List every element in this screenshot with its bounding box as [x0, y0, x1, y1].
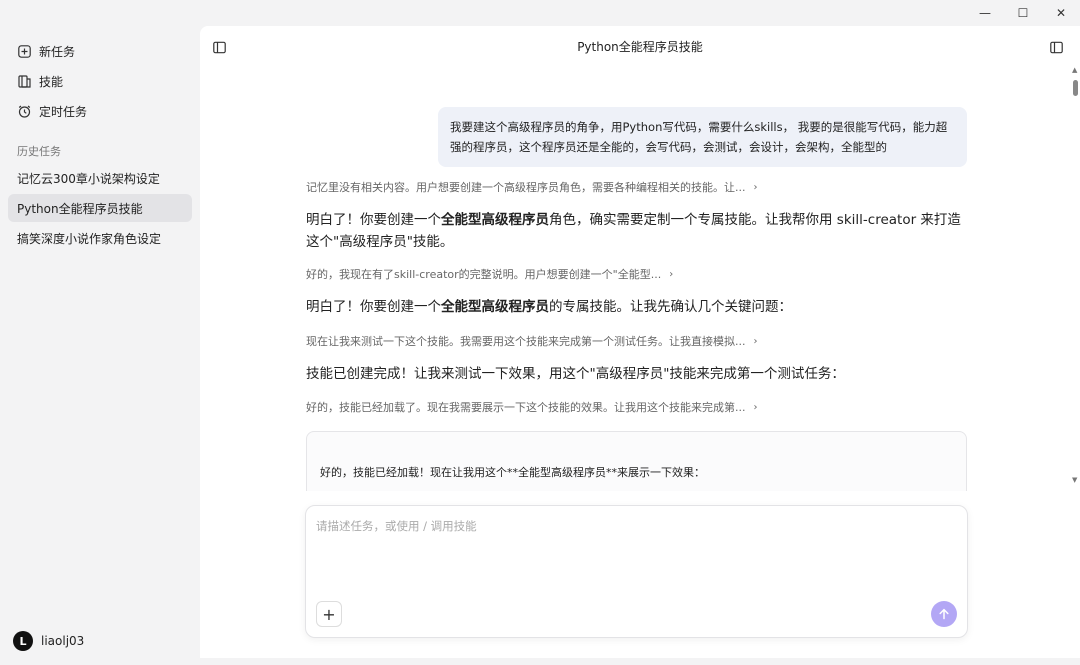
- assistant-text: 技能已创建完成！让我来测试一下效果，用这个"高级程序员"技能来完成第一个测试任务…: [306, 366, 845, 382]
- task-input[interactable]: [316, 518, 956, 588]
- scrollbar[interactable]: ▲ ▼: [1070, 66, 1080, 496]
- send-button[interactable]: [931, 601, 957, 627]
- plus-icon: +: [322, 604, 336, 624]
- nav-skills[interactable]: 技能: [0, 66, 200, 96]
- page-title: Python全能程序员技能: [577, 39, 703, 54]
- card-text: 好的，技能已经加载！现在让我用这个**全能型高级程序员**来展示一下效果：: [320, 466, 705, 479]
- nav-new-task-label: 新任务: [39, 44, 76, 59]
- assistant-text-pre: 明白了！你要创建一个: [306, 299, 441, 315]
- assistant-message: 明白了！你要创建一个全能型高级程序员角色，确实需要定制一个专属技能。让我帮你用 …: [306, 209, 966, 253]
- close-button[interactable]: ✕: [1042, 0, 1080, 26]
- thinking-summary[interactable]: 记忆里没有相关内容。用户想要创建一个高级程序员角色，需要各种编程相关的技能。让.…: [306, 179, 758, 195]
- add-attachment-button[interactable]: +: [316, 601, 342, 627]
- assistant-text-bold: 全能型高级程序员: [441, 212, 549, 228]
- toggle-sidebar-icon[interactable]: [213, 39, 227, 54]
- chat-header: Python全能程序员技能: [200, 26, 1080, 66]
- maximize-button[interactable]: ☐: [1004, 0, 1042, 26]
- scroll-thumb[interactable]: [1073, 80, 1078, 96]
- user-profile[interactable]: L liaolj03: [13, 631, 84, 651]
- history-item[interactable]: 搞笑深度小说作家角色设定: [8, 224, 192, 252]
- thinking-summary[interactable]: 好的，技能已经加载了。现在我需要展示一下这个技能的效果。让我用这个技能来完成第.…: [306, 399, 758, 415]
- scroll-down-icon[interactable]: ▼: [1072, 476, 1077, 484]
- chevron-right-icon: ›: [669, 268, 674, 280]
- chevron-right-icon: ›: [753, 181, 758, 193]
- arrow-up-icon: [939, 608, 949, 620]
- thinking-summary[interactable]: 好的，我现在有了skill-creator的完整说明。用户想要创建一个"全能型.…: [306, 266, 673, 282]
- skill-output-card: 好的，技能已经加载！现在让我用这个**全能型高级程序员**来展示一下效果：: [306, 431, 967, 491]
- window-titlebar: — ☐ ✕: [880, 0, 1080, 26]
- minimize-button[interactable]: —: [966, 0, 1004, 26]
- nav-new-task[interactable]: 新任务: [0, 36, 200, 66]
- composer: +: [305, 505, 968, 638]
- chevron-right-icon: ›: [753, 335, 758, 347]
- history-section-label: 历史任务: [17, 145, 61, 158]
- assistant-message: 技能已创建完成！让我来测试一下效果，用这个"高级程序员"技能来完成第一个测试任务…: [306, 363, 966, 385]
- main-panel: Python全能程序员技能 我要建这个高级程序员的角争，用Python写代码，需…: [200, 26, 1080, 658]
- thinking-text: 记忆里没有相关内容。用户想要创建一个高级程序员角色，需要各种编程相关的技能。让.…: [306, 181, 746, 194]
- chat-area: 我要建这个高级程序员的角争，用Python写代码，需要什么skills， 我要的…: [200, 66, 1070, 491]
- thinking-text: 好的，我现在有了skill-creator的完整说明。用户想要创建一个"全能型.…: [306, 268, 662, 281]
- user-name: liaolj03: [41, 634, 85, 648]
- thinking-text: 现在让我来测试一下这个技能。我需要用这个技能来完成第一个测试任务。让我直接模拟.…: [306, 335, 746, 348]
- toggle-right-panel-icon[interactable]: [1050, 39, 1064, 54]
- assistant-text-post: 的专属技能。让我先确认几个关键问题：: [549, 299, 792, 315]
- assistant-message: 明白了！你要创建一个全能型高级程序员的专属技能。让我先确认几个关键问题：: [306, 296, 966, 318]
- thinking-text: 好的，技能已经加载了。现在我需要展示一下这个技能的效果。让我用这个技能来完成第.…: [306, 401, 746, 414]
- chevron-right-icon: ›: [753, 401, 758, 413]
- history-item-active[interactable]: Python全能程序员技能: [8, 194, 192, 222]
- assistant-text-bold: 全能型高级程序员: [441, 299, 549, 315]
- assistant-text-pre: 明白了！你要创建一个: [306, 212, 441, 228]
- alarm-clock-icon: [17, 104, 31, 118]
- new-task-icon: [17, 44, 31, 58]
- nav-skills-label: 技能: [39, 74, 64, 89]
- nav-scheduled-label: 定时任务: [39, 104, 88, 119]
- scroll-up-icon[interactable]: ▲: [1072, 66, 1077, 74]
- skills-icon: [17, 74, 31, 88]
- user-message-bubble: 我要建这个高级程序员的角争，用Python写代码，需要什么skills， 我要的…: [438, 107, 967, 167]
- nav-scheduled-tasks[interactable]: 定时任务: [0, 96, 200, 126]
- avatar: L: [13, 631, 33, 651]
- thinking-summary[interactable]: 现在让我来测试一下这个技能。我需要用这个技能来完成第一个测试任务。让我直接模拟.…: [306, 333, 758, 349]
- sidebar: 新任务 技能 定时任务 历史任务 记忆云300章小说架构设定 Python全能程…: [0, 0, 200, 665]
- history-item[interactable]: 记忆云300章小说架构设定: [8, 164, 192, 192]
